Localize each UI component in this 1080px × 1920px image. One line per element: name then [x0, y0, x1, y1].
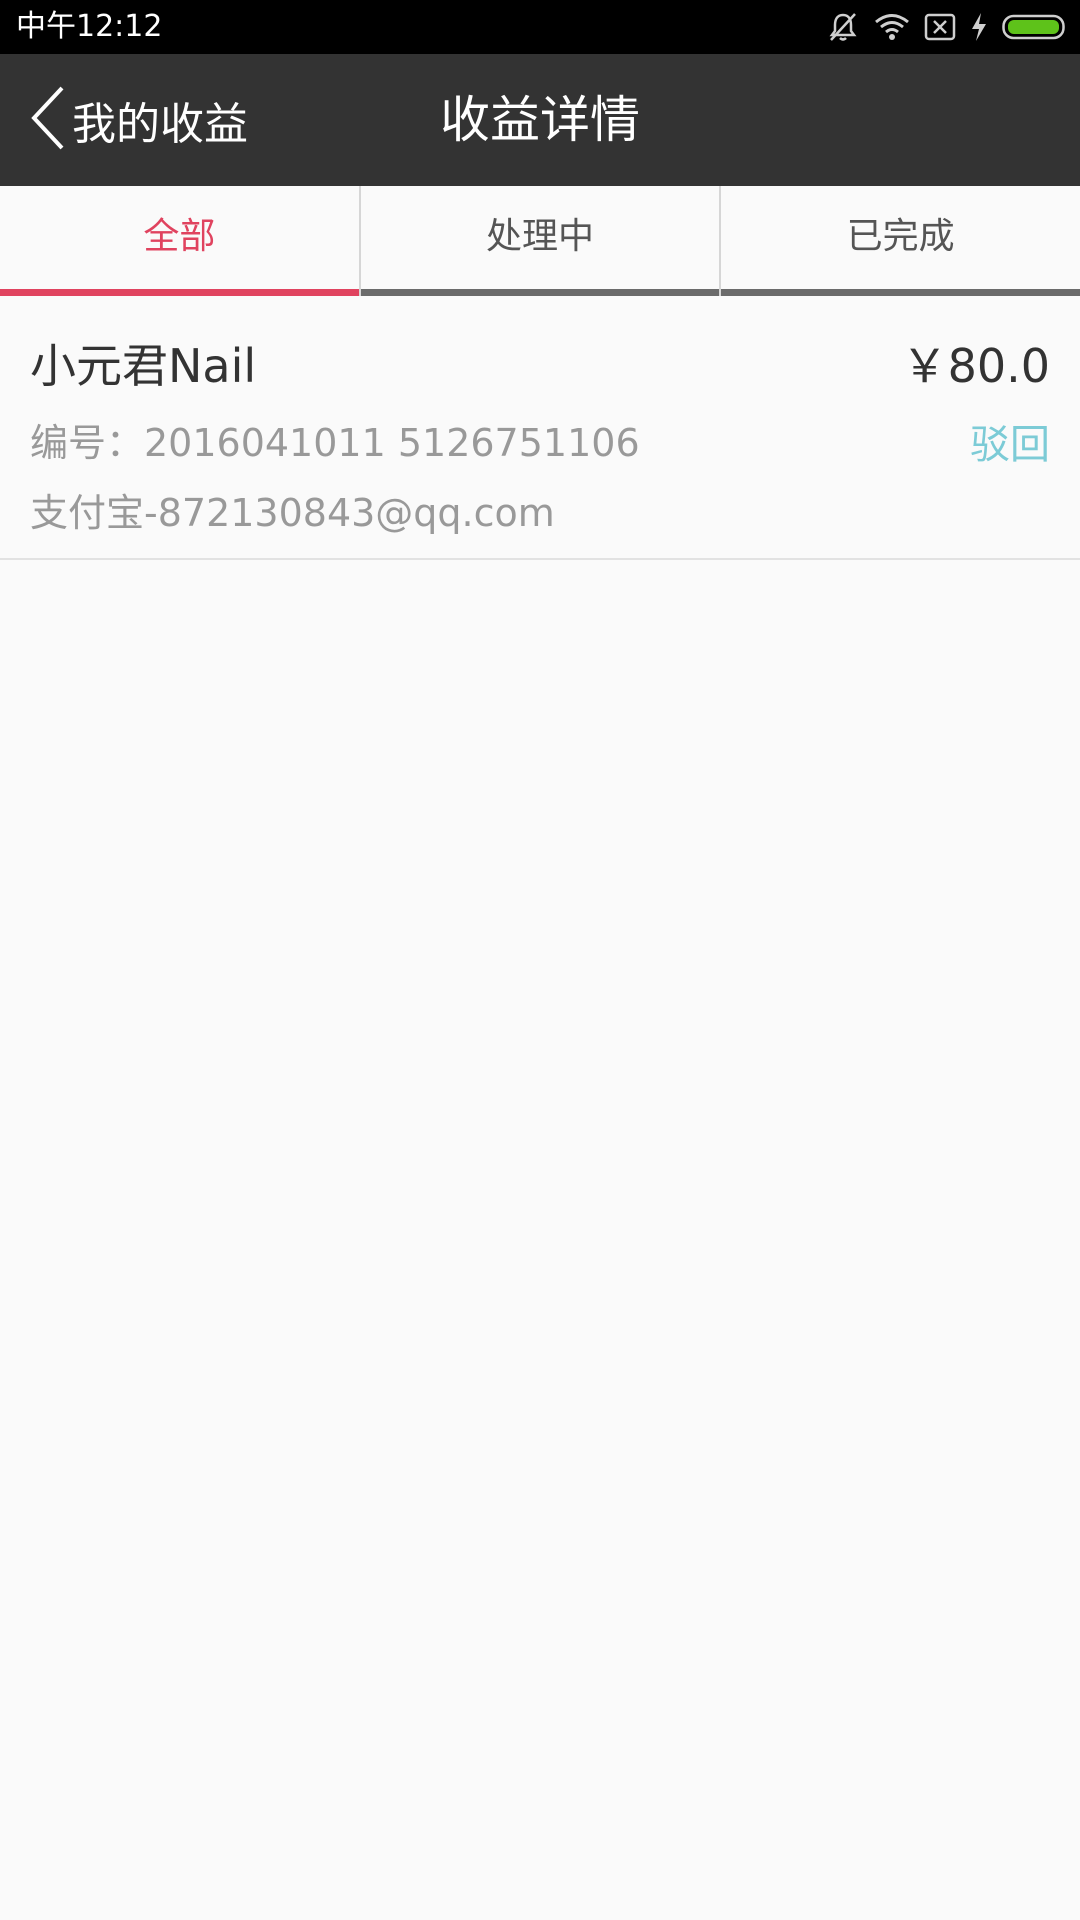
wifi-icon [874, 12, 910, 42]
record-account: 支付宝-872130843@qq.com [30, 491, 555, 535]
status-badge: 驳回 [970, 422, 1050, 468]
status-bar: 中午12:12 [0, 0, 1080, 54]
title-bar: 我的收益 收益详情 [0, 54, 1080, 186]
tab-indicator [360, 289, 720, 296]
tab-completed[interactable]: 已完成 [719, 186, 1080, 296]
charging-bolt-icon [970, 12, 988, 42]
tab-label: 已完成 [846, 216, 955, 257]
record-amount: ￥80.0 [901, 339, 1050, 393]
status-time: 中午12:12 [16, 9, 163, 44]
tab-indicator [0, 289, 359, 296]
tab-bar: 全部 处理中 已完成 [0, 186, 1080, 296]
tab-label: 处理中 [486, 216, 595, 257]
tab-all[interactable]: 全部 [0, 186, 359, 296]
mute-bell-icon [826, 10, 860, 44]
list-item[interactable]: 小元君Nail ￥80.0 编号：2016041011 5126751106 驳… [0, 296, 1080, 560]
tab-processing[interactable]: 处理中 [358, 186, 720, 296]
no-sim-icon [924, 12, 956, 42]
tab-indicator [721, 289, 1080, 296]
chevron-left-icon [28, 84, 68, 156]
record-name: 小元君Nail [30, 339, 257, 393]
battery-icon [1002, 13, 1068, 41]
status-icons [826, 0, 1068, 54]
back-label: 我的收益 [72, 99, 248, 150]
tab-label: 全部 [143, 216, 216, 257]
record-number: 编号：2016041011 5126751106 [30, 421, 640, 465]
back-button[interactable]: 我的收益 [28, 82, 248, 158]
